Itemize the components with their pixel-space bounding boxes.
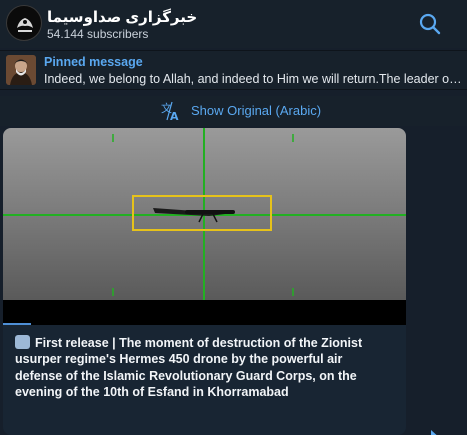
channel-avatar[interactable] — [6, 5, 42, 41]
pinned-message-title: Pinned message — [44, 55, 143, 69]
chat-header: خبرگزاری صداوسیما 54.144 subscribers — [0, 0, 467, 48]
pinned-message-bar[interactable]: Pinned message Indeed, we belong to Alla… — [0, 50, 467, 90]
pinned-message-text: Indeed, we belong to Allah, and indeed t… — [44, 72, 464, 86]
message-caption: First release | The moment of destructio… — [15, 336, 363, 399]
subscriber-count: 54.144 subscribers — [47, 27, 149, 41]
channel-logo-icon — [17, 18, 33, 32]
portrait-image — [6, 55, 36, 85]
translate-bar: 文 A Show Original (Arabic) — [0, 96, 467, 126]
message-bubble: First release | The moment of destructio… — [3, 128, 406, 435]
search-button[interactable] — [418, 12, 442, 36]
video-player[interactable] — [3, 128, 406, 325]
translate-icon: 文 A — [160, 100, 182, 123]
channel-title[interactable]: خبرگزاری صداوسیما — [47, 8, 197, 26]
svg-text:A: A — [170, 110, 179, 122]
drone-video-frame — [3, 128, 406, 325]
forward-arrow-icon[interactable] — [431, 426, 441, 435]
video-progress-bar[interactable] — [3, 323, 32, 325]
search-icon — [419, 13, 441, 35]
show-original-button[interactable]: Show Original (Arabic) — [191, 103, 321, 118]
pinned-thumbnail — [6, 55, 36, 85]
